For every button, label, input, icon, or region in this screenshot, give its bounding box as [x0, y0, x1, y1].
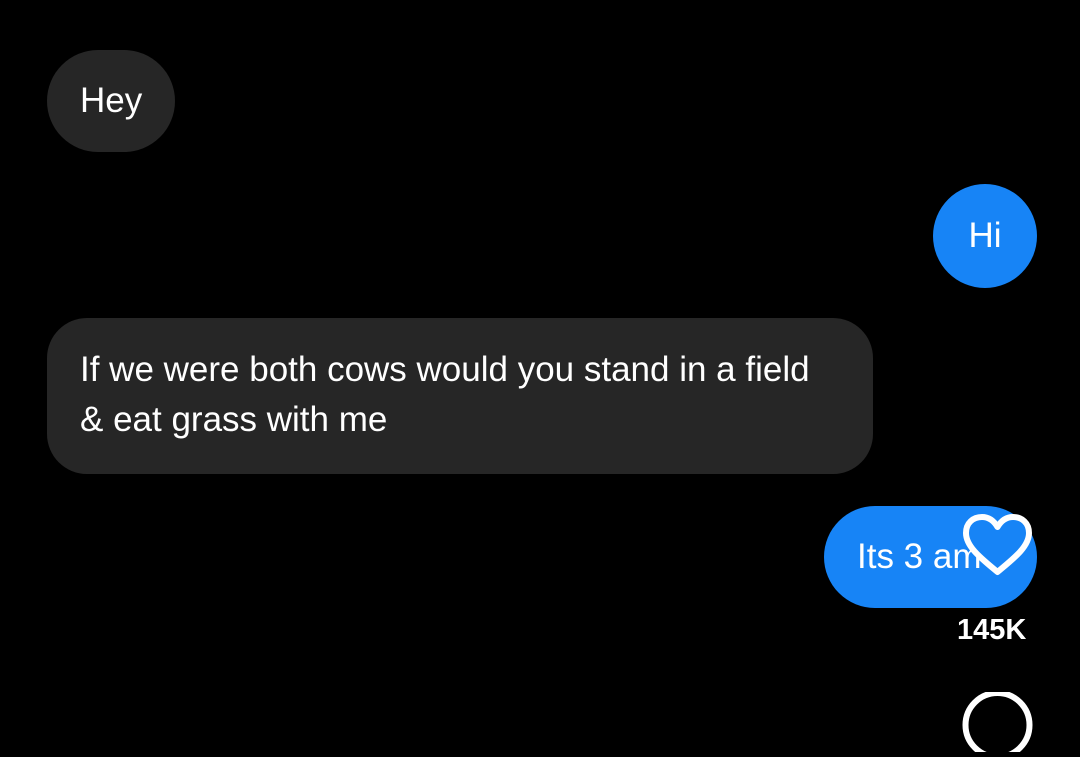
- message-text: If we were both cows would you stand in …: [80, 350, 810, 439]
- message-text: Hi: [968, 216, 1002, 255]
- incoming-message: If we were both cows would you stand in …: [47, 318, 873, 474]
- outgoing-message: Hi: [933, 184, 1037, 288]
- incoming-message: Hey: [47, 50, 176, 152]
- heart-outline-icon[interactable]: [960, 512, 1035, 578]
- message-text: Hey: [80, 81, 143, 120]
- comment-bubble-icon[interactable]: [960, 690, 1035, 757]
- like-count: 145K: [957, 614, 1027, 646]
